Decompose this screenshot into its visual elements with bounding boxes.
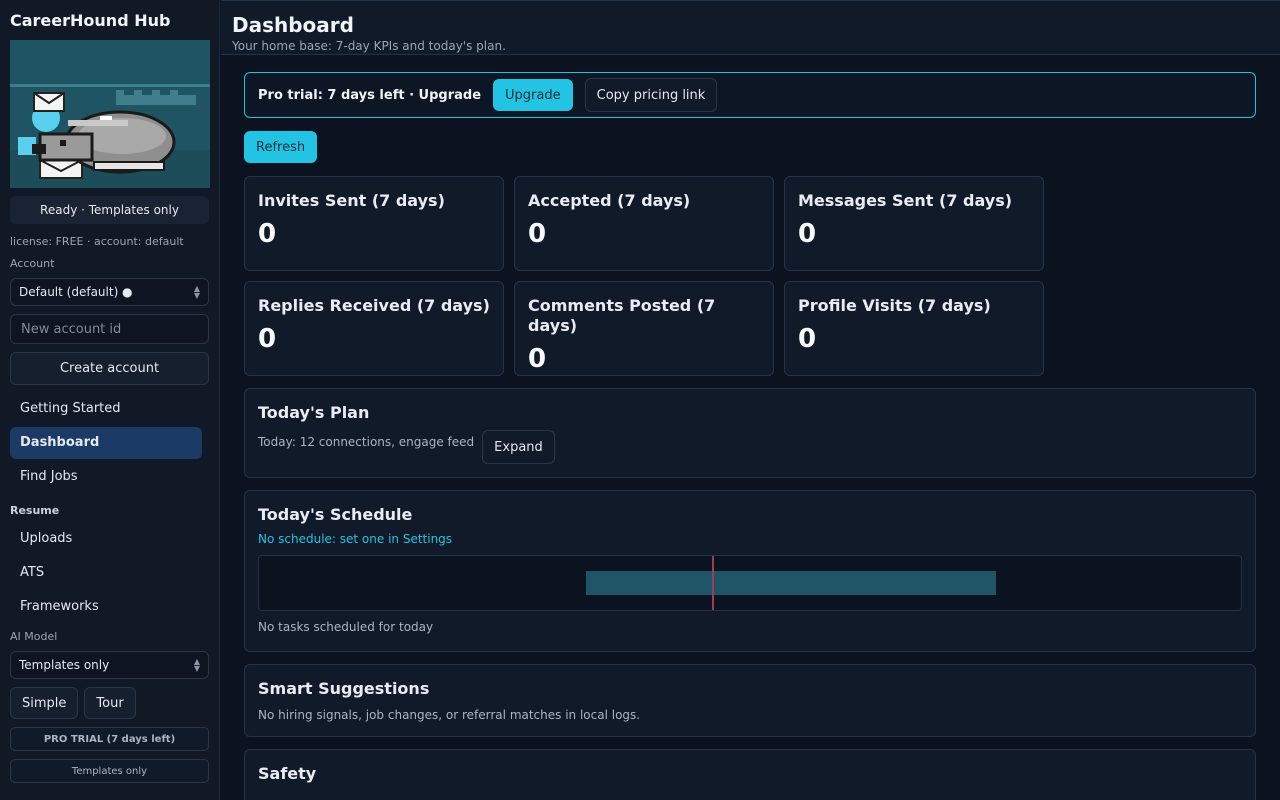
- ai-model-select-value: Templates only: [19, 658, 110, 672]
- new-account-placeholder: New account id: [21, 321, 122, 337]
- kpi-value: 0: [528, 219, 547, 249]
- kpi-value: 0: [528, 344, 547, 374]
- smart-suggestions-card: Smart Suggestions No hiring signals, job…: [244, 664, 1256, 737]
- plan-row: Today: 12 connections, engage feed Expan…: [258, 430, 1242, 464]
- nav-item-dashboard[interactable]: Dashboard: [10, 427, 202, 459]
- kpi-label: Messages Sent (7 days): [798, 191, 1013, 210]
- account-label: Account: [10, 257, 55, 270]
- select-arrows-icon: ▲ ▼: [193, 284, 200, 300]
- card-title: Smart Suggestions: [258, 679, 430, 698]
- expand-button[interactable]: Expand: [482, 430, 555, 464]
- kpi-value: 0: [258, 324, 277, 354]
- todays-plan-card: Today's Plan Today: 12 connections, enga…: [244, 388, 1256, 478]
- nav-item-ats[interactable]: ATS: [10, 557, 202, 589]
- copy-pricing-link-button[interactable]: Copy pricing link: [584, 78, 718, 112]
- kpi-label: Comments Posted (7 days): [528, 296, 716, 335]
- mascot-illustration: [10, 40, 210, 188]
- kpi-card-messages-sent: Messages Sent (7 days) 0: [784, 176, 1044, 271]
- create-account-button[interactable]: Create account: [10, 352, 209, 385]
- trial-banner: Pro trial: 7 days left · Upgrade Upgrade…: [244, 72, 1256, 118]
- mode-buttons: Simple Tour: [10, 687, 209, 719]
- kpi-label: Accepted (7 days): [528, 191, 691, 210]
- schedule-empty-text: No tasks scheduled for today: [258, 620, 434, 634]
- nav-resume: Uploads ATS Frameworks: [10, 523, 209, 623]
- kpi-label: Invites Sent (7 days): [258, 191, 445, 210]
- sidebar: CareerHound Hub Ready · Templates only l…: [0, 0, 220, 800]
- page-header: Dashboard Your home base: 7-day KPIs and…: [221, 0, 1280, 55]
- nav-item-frameworks[interactable]: Frameworks: [10, 591, 202, 623]
- select-arrows-icon: ▲ ▼: [193, 657, 200, 673]
- app-title: CareerHound Hub: [10, 11, 171, 30]
- schedule-settings-link[interactable]: No schedule: set one in Settings: [258, 532, 452, 546]
- timeline-window-bar: [586, 571, 996, 595]
- upgrade-button[interactable]: Upgrade: [493, 79, 573, 111]
- kpi-label: Replies Received (7 days): [258, 296, 490, 315]
- card-title: Today's Plan: [258, 403, 370, 422]
- todays-schedule-card: Today's Schedule No schedule: set one in…: [244, 490, 1256, 652]
- account-select-value: Default (default) ●: [19, 285, 133, 299]
- resume-section-label: Resume: [10, 504, 60, 517]
- schedule-link-row: No schedule: set one in Settings: [258, 532, 1242, 547]
- timeline-now-marker: [712, 556, 714, 610]
- nav-item-getting-started[interactable]: Getting Started: [10, 393, 202, 425]
- plan-text: Today: 12 connections, engage feed: [258, 435, 475, 449]
- ai-model-select[interactable]: Templates only ▲ ▼: [10, 651, 209, 679]
- status-pill: Ready · Templates only: [10, 196, 209, 224]
- card-title: Safety: [258, 764, 317, 783]
- safety-card: Safety: [244, 749, 1256, 800]
- kpi-value: 0: [798, 219, 817, 249]
- page-title: Dashboard: [232, 13, 354, 37]
- ai-model-label: AI Model: [10, 630, 58, 643]
- schedule-timeline: [258, 555, 1242, 611]
- kpi-label: Profile Visits (7 days): [798, 296, 991, 315]
- suggestions-text: No hiring signals, job changes, or refer…: [258, 708, 641, 722]
- trial-banner-text: Pro trial: 7 days left · Upgrade: [258, 87, 482, 103]
- kpi-card-comments-posted: Comments Posted (7 days) 0: [514, 281, 774, 376]
- nav-main: Getting Started Dashboard Find Jobs: [10, 393, 209, 493]
- nav-item-find-jobs[interactable]: Find Jobs: [10, 461, 202, 493]
- trial-badge: PRO TRIAL (7 days left): [10, 727, 209, 751]
- license-info: license: FREE · account: default: [10, 235, 184, 248]
- simple-button[interactable]: Simple: [10, 687, 79, 719]
- nav-item-uploads[interactable]: Uploads: [10, 523, 202, 555]
- tour-button[interactable]: Tour: [84, 687, 136, 719]
- page-subtitle: Your home base: 7-day KPIs and today's p…: [232, 39, 506, 53]
- account-select[interactable]: Default (default) ● ▲ ▼: [10, 278, 209, 306]
- kpi-card-invites-sent: Invites Sent (7 days) 0: [244, 176, 504, 271]
- kpi-card-profile-visits: Profile Visits (7 days) 0: [784, 281, 1044, 376]
- kpi-value: 0: [798, 324, 817, 354]
- card-title: Today's Schedule: [258, 505, 413, 524]
- kpi-card-accepted: Accepted (7 days) 0: [514, 176, 774, 271]
- refresh-button[interactable]: Refresh: [244, 131, 318, 163]
- new-account-input[interactable]: New account id: [10, 314, 209, 344]
- mascot-image: [10, 40, 210, 188]
- mode-badge: Templates only: [10, 759, 209, 783]
- kpi-value: 0: [258, 219, 277, 249]
- kpi-card-replies-received: Replies Received (7 days) 0: [244, 281, 504, 376]
